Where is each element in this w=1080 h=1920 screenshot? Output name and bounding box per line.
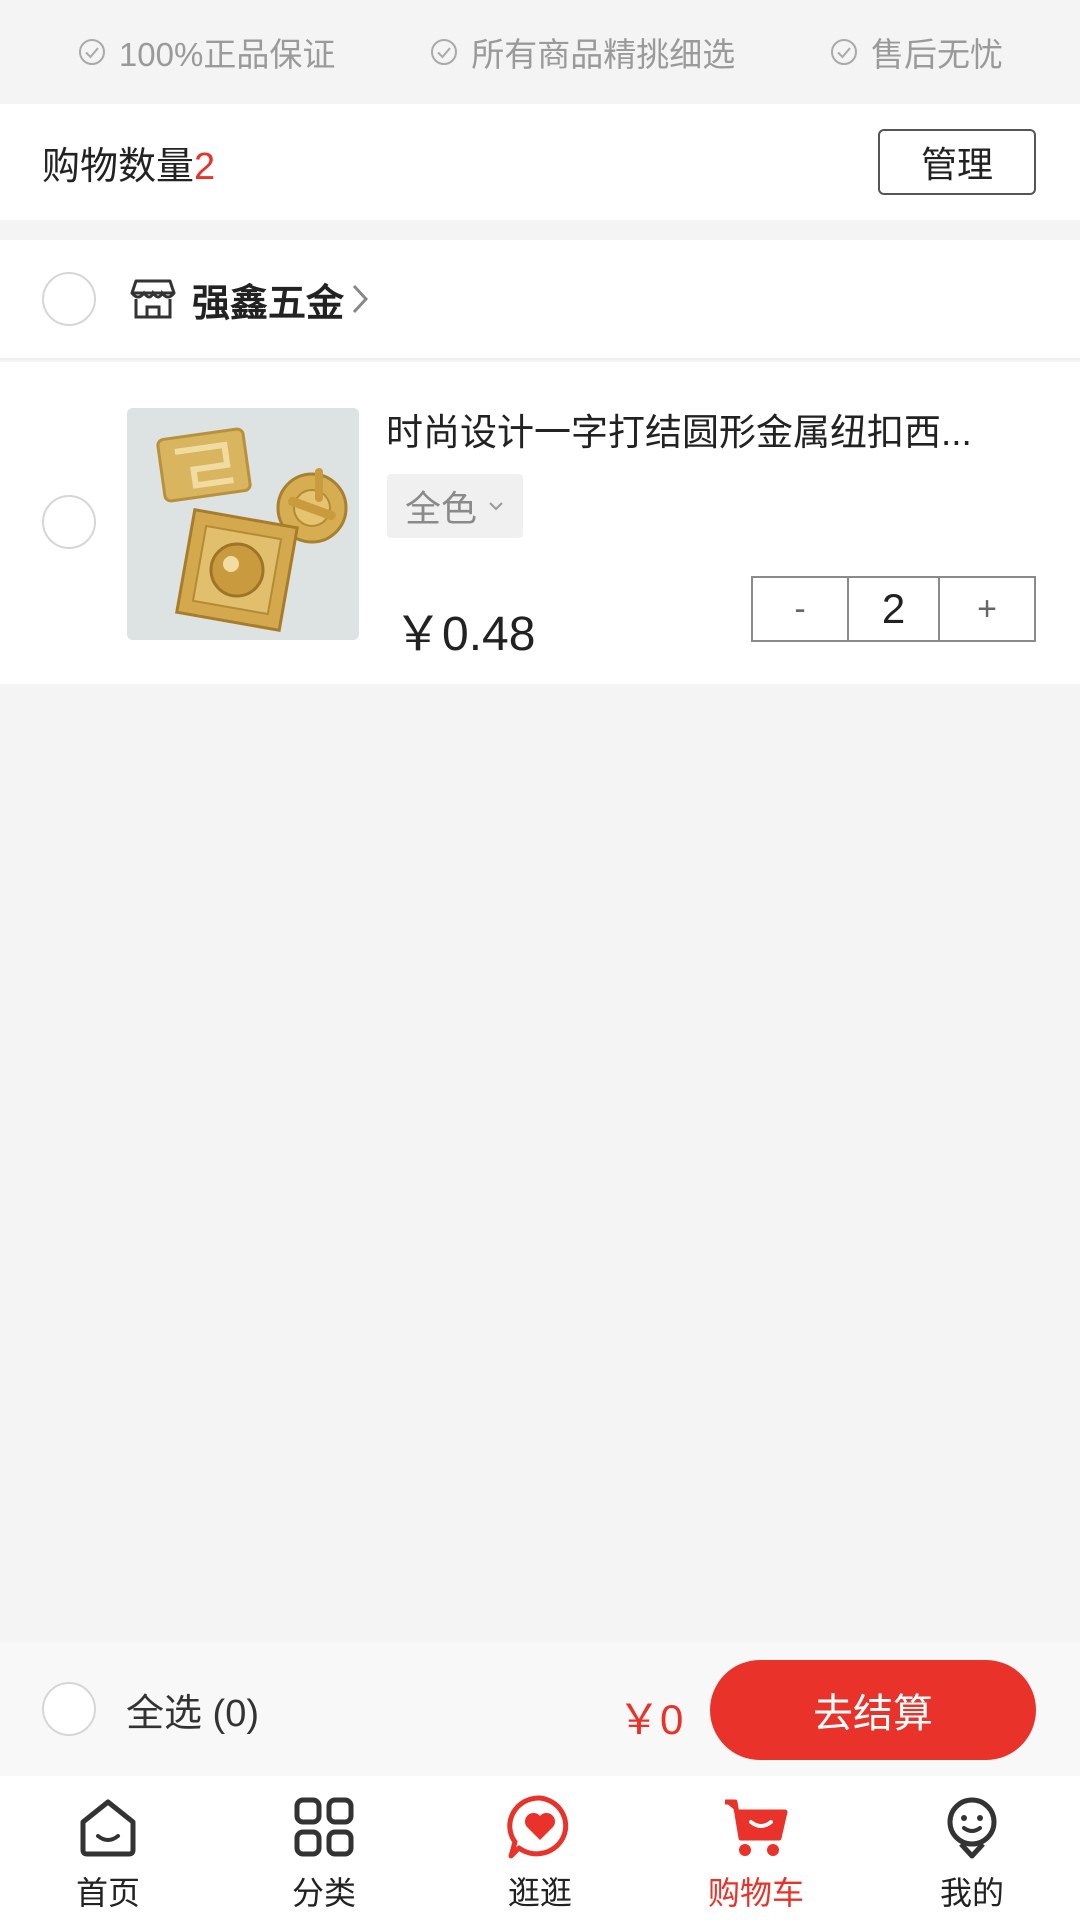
spec-selector[interactable]: 全色 — [387, 474, 524, 538]
tab-label: 逛逛 — [507, 1875, 572, 1911]
category-icon — [294, 1797, 354, 1857]
tab-label: 首页 — [75, 1875, 140, 1911]
tab-explore[interactable]: 逛逛 — [450, 1776, 630, 1920]
check-circle-icon — [78, 39, 105, 65]
check-circle-icon — [831, 39, 858, 65]
store-name: 强鑫五金 — [192, 282, 345, 325]
tab-label: 分类 — [291, 1875, 356, 1911]
product-image[interactable] — [127, 408, 359, 640]
product-title[interactable]: 时尚设计一字打结圆形金属纽扣西... — [386, 402, 1030, 456]
cart-count-label: 购物数量 — [42, 145, 195, 188]
guarantee-item: 100%正品保证 — [77, 28, 335, 76]
select-all-radio[interactable] — [42, 1682, 96, 1736]
store-select-radio[interactable] — [42, 272, 96, 326]
heart-chat-icon — [507, 1795, 569, 1859]
chevron-right-icon — [352, 284, 369, 314]
home-icon — [80, 1799, 136, 1857]
cart-item: 时尚设计一字打结圆形金属纽扣西... 全色 ￥0.48 - 2 + — [0, 362, 1080, 684]
tab-category[interactable]: 分类 — [234, 1776, 414, 1920]
checkout-bar: 全选 (0) ￥0 去结算 — [0, 1642, 1080, 1776]
total-price: ￥0 — [618, 1696, 684, 1743]
guarantee-text: 所有商品精挑细选 — [471, 36, 736, 73]
cart-count-bar: 购物数量2 管理 — [0, 104, 1080, 220]
checkout-button[interactable]: 去结算 — [710, 1660, 1036, 1760]
item-select-radio[interactable] — [42, 495, 96, 549]
tab-label: 我的 — [939, 1875, 1004, 1911]
product-price: ￥0.48 — [394, 608, 536, 661]
store-header[interactable]: 强鑫五金 — [0, 240, 1080, 360]
guarantee-text: 100%正品保证 — [118, 36, 336, 73]
bottom-tab-bar: 首页 分类 逛逛 购物车 我的 — [0, 1776, 1080, 1920]
store-icon — [130, 279, 176, 319]
cart-count-number: 2 — [194, 145, 216, 188]
chevron-down-icon — [489, 502, 503, 511]
manage-button[interactable]: 管理 — [878, 129, 1036, 195]
profile-icon — [947, 1797, 997, 1859]
cart-count: 购物数量2 — [42, 135, 215, 190]
quantity-stepper: - 2 + — [751, 576, 1036, 642]
guarantee-bar: 100%正品保证 所有商品精挑细选 售后无忧 — [0, 0, 1080, 104]
tab-cart[interactable]: 购物车 — [666, 1776, 846, 1920]
decrease-button[interactable]: - — [753, 578, 847, 640]
tab-profile[interactable]: 我的 — [882, 1776, 1062, 1920]
tab-label: 购物车 — [707, 1875, 804, 1911]
select-all-label[interactable]: 全选 (0) — [126, 1682, 259, 1737]
increase-button[interactable]: + — [940, 578, 1034, 640]
spec-value: 全色 — [405, 488, 478, 529]
tab-home[interactable]: 首页 — [18, 1776, 198, 1920]
guarantee-item: 售后无忧 — [829, 28, 1003, 76]
guarantee-text: 售后无忧 — [871, 36, 1004, 73]
quantity-input[interactable]: 2 — [847, 578, 940, 640]
guarantee-item: 所有商品精挑细选 — [429, 28, 735, 76]
check-circle-icon — [431, 39, 458, 65]
cart-icon — [725, 1799, 788, 1856]
